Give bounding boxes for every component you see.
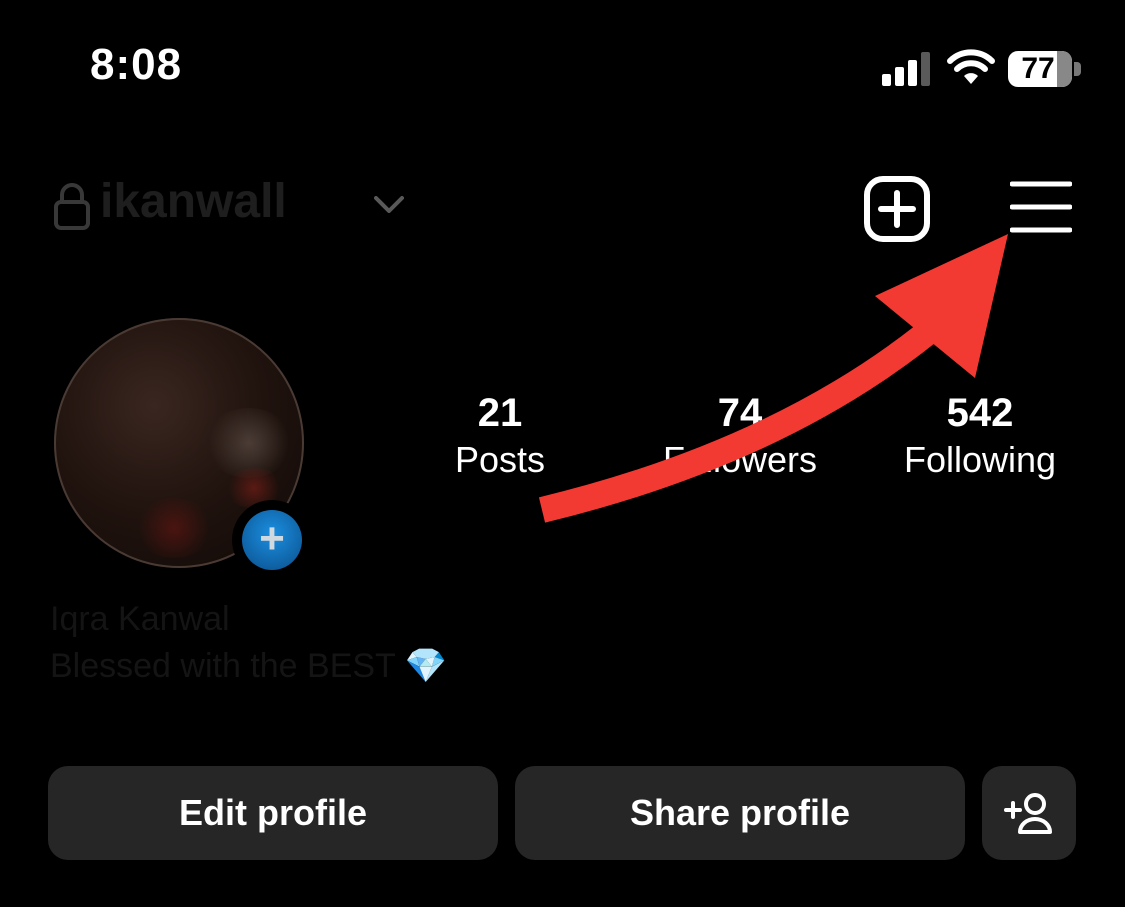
stat-posts[interactable]: 21 Posts: [400, 390, 600, 484]
battery-tip: [1074, 62, 1081, 76]
add-story-button[interactable]: +: [232, 500, 312, 580]
cellular-signal-icon: [882, 52, 930, 86]
posts-count: 21: [477, 391, 523, 435]
stat-followers[interactable]: 74 Followers: [640, 390, 840, 484]
posts-label: Posts: [454, 439, 546, 480]
menu-icon[interactable]: [1010, 180, 1072, 234]
profile-full-name: Iqra Kanwal: [50, 600, 230, 638]
battery-indicator: 77: [1008, 51, 1072, 87]
add-person-icon: [1004, 793, 1052, 834]
wifi-icon: [947, 49, 995, 84]
new-post-icon[interactable]: [864, 176, 930, 242]
edit-profile-button[interactable]: Edit profile: [48, 766, 498, 860]
share-profile-button[interactable]: Share profile: [515, 766, 965, 860]
following-label: Following: [903, 439, 1057, 480]
stat-following[interactable]: 542 Following: [880, 390, 1080, 484]
battery-percent: 77: [1021, 52, 1055, 85]
followers-label: Followers: [662, 439, 818, 480]
chevron-down-icon[interactable]: [372, 194, 406, 216]
discover-people-button[interactable]: [982, 766, 1076, 860]
lock-icon: [54, 183, 90, 230]
profile-bio: Blessed with the BEST 💎: [50, 646, 447, 686]
following-count: 542: [946, 391, 1014, 435]
username[interactable]: ikanwall: [100, 174, 287, 229]
avatar-detail: [134, 498, 214, 558]
followers-count: 74: [717, 391, 763, 435]
bio-text: Blessed with the BEST: [50, 647, 396, 685]
status-time: 8:08: [90, 40, 183, 89]
gem-emoji: 💎: [404, 647, 448, 685]
plus-icon: +: [242, 510, 302, 570]
